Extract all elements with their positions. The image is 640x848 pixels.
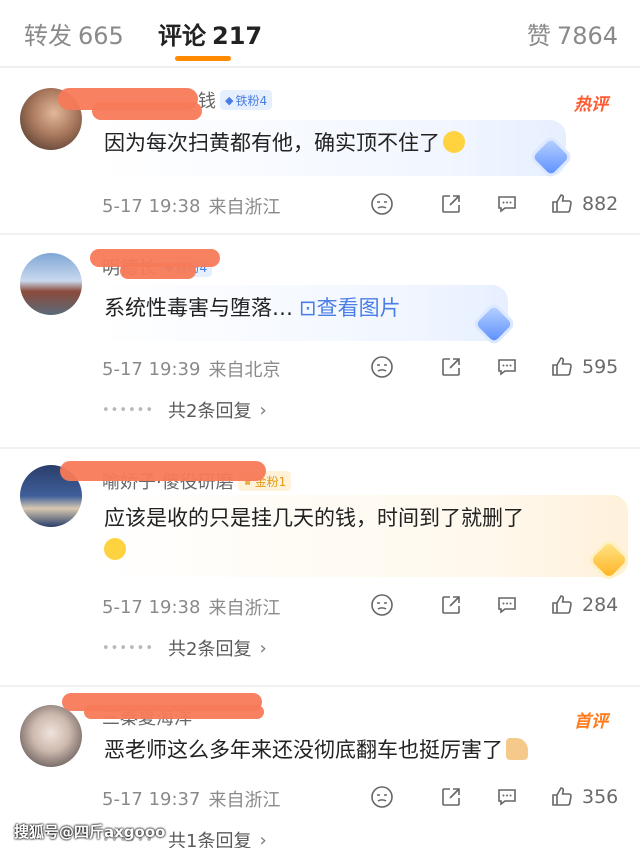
watermark: 搜狐号@四斤axgooo	[14, 823, 166, 841]
tab-like[interactable]: 赞 7864	[527, 16, 618, 51]
tab-comment-count: 217	[212, 22, 263, 50]
smirk-emoji-icon	[104, 537, 126, 560]
share-button[interactable]	[439, 593, 463, 617]
share-button[interactable]	[439, 785, 463, 809]
emoji-face-icon	[371, 594, 393, 616]
tab-comment[interactable]: 评论 217	[158, 16, 262, 51]
reply-icon	[498, 789, 516, 806]
like-count: 284	[582, 594, 619, 616]
active-tab-indicator	[175, 56, 231, 61]
like-button[interactable]: 595	[550, 355, 618, 379]
share-icon	[442, 358, 460, 376]
like-icon	[552, 787, 572, 806]
dots-icon: ••••••	[102, 640, 155, 656]
emoji-react-button[interactable]	[370, 785, 394, 809]
like-icon	[552, 595, 572, 614]
reply-icon	[498, 359, 516, 376]
image-icon: ⊡	[299, 296, 317, 320]
comment-bubble[interactable]: 系统性毒害与堕落… ⊡查看图片	[96, 285, 508, 341]
emoji-react-button[interactable]	[370, 355, 394, 379]
reply-icon	[498, 597, 516, 614]
avatar[interactable]	[20, 253, 82, 315]
comment-actions: 595	[0, 355, 640, 383]
tab-repost-count: 665	[78, 22, 124, 50]
tab-repost-label: 转发	[24, 22, 72, 50]
comment-text: 因为每次扫黄都有他，确实顶不住了	[104, 131, 440, 155]
view-image-label: 查看图片	[316, 296, 401, 320]
view-replies-link[interactable]: •••••• 共2条回复 ›	[102, 635, 267, 661]
share-icon	[442, 195, 460, 213]
comment-item: 喻娇子·傻役研磨 ♛ 金粉1 应该是收的只是挂几天的钱，时间到了就删了 5-17 …	[0, 449, 640, 685]
comment-bubble[interactable]: 因为每次扫黄都有他，确实顶不住了	[96, 120, 566, 176]
fan-badge: ◆铁粉4	[220, 90, 273, 110]
like-button[interactable]: 882	[550, 192, 618, 216]
emoji-face-icon	[371, 786, 393, 808]
name-redaction	[92, 102, 202, 120]
view-image-link[interactable]: ⊡查看图片	[299, 296, 401, 320]
share-button[interactable]	[439, 192, 463, 216]
replies-count: 共2条回复	[168, 401, 252, 422]
replies-count: 共1条回复	[168, 831, 252, 848]
name-redaction	[120, 263, 196, 279]
tab-like-label: 赞	[526, 22, 551, 50]
comment-text: 恶老师这么多年来还没彻底翻车也挺厉害了	[104, 738, 503, 762]
share-button[interactable]	[439, 355, 463, 379]
dots-icon: ••••••	[102, 402, 155, 418]
chevron-right-icon: ›	[259, 637, 267, 659]
share-icon	[442, 596, 460, 614]
tab-bar: 转发 665 评论 217 赞 7864	[0, 0, 640, 66]
comment-text: 系统性毒害与堕落…	[104, 296, 293, 320]
diamond-icon: ◆	[225, 93, 234, 107]
comment-text: 应该是收的只是挂几天的钱，时间到了就删了	[104, 506, 524, 530]
avatar[interactable]	[20, 705, 82, 767]
like-icon	[552, 357, 572, 376]
tab-like-count: 7864	[556, 22, 618, 50]
crying-emoji-icon	[443, 131, 465, 153]
emoji-react-button[interactable]	[370, 593, 394, 617]
like-count: 356	[582, 786, 619, 808]
emoji-face-icon	[371, 193, 393, 215]
like-button[interactable]: 284	[550, 593, 618, 617]
comment-actions: 882	[0, 192, 640, 220]
thumbs-up-emoji-icon	[506, 738, 528, 760]
reply-button[interactable]	[495, 355, 519, 379]
reply-icon	[498, 196, 516, 213]
tab-comment-label: 评论	[158, 22, 206, 50]
comment-item: 钱 ◆ 铁粉4 热评 因为每次扫黄都有他，确实顶不住了 5-17 19:38 来自浙…	[0, 68, 640, 233]
comment-item: 明德长 ◆铁粉4 系统性毒害与堕落…⊡查看图片 5-17 19:39来自北京 5…	[0, 235, 640, 447]
reply-button[interactable]	[495, 593, 519, 617]
fan-badge-label: 铁粉4	[235, 93, 268, 108]
emoji-face-icon	[371, 356, 393, 378]
name-redaction	[60, 461, 266, 481]
chevron-right-icon: ›	[259, 399, 267, 421]
hot-comment-tag: 热评	[574, 95, 608, 115]
comment-bubble[interactable]: 恶老师这么多年来还没彻底翻车也挺厉害了	[96, 733, 616, 773]
view-replies-link[interactable]: •••••• 共2条回复 ›	[102, 397, 267, 423]
replies-count: 共2条回复	[168, 639, 252, 660]
share-icon	[442, 788, 460, 806]
comment-actions: 356	[0, 785, 640, 813]
reply-button[interactable]	[495, 192, 519, 216]
like-count: 882	[582, 193, 619, 215]
reply-button[interactable]	[495, 785, 519, 809]
first-comment-tag: 首评	[574, 712, 608, 732]
tab-repost[interactable]: 转发 665	[24, 16, 124, 51]
chevron-right-icon: ›	[259, 829, 267, 848]
like-button[interactable]: 356	[550, 785, 618, 809]
like-count: 595	[582, 356, 619, 378]
name-redaction	[84, 705, 264, 719]
comment-bubble[interactable]: 应该是收的只是挂几天的钱，时间到了就删了	[96, 495, 628, 577]
emoji-react-button[interactable]	[370, 192, 394, 216]
comment-actions: 284	[0, 593, 640, 621]
like-icon	[552, 194, 572, 213]
